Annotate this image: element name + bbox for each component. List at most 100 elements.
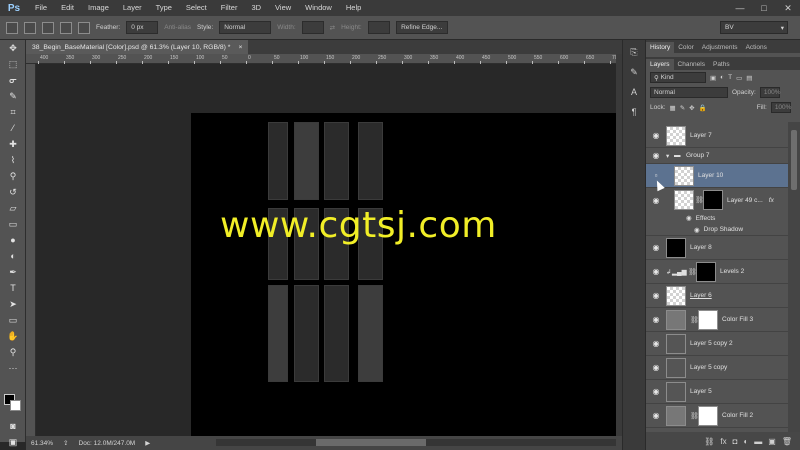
workspace-select[interactable]: BV ▾ bbox=[720, 21, 788, 34]
maximize-button[interactable]: □ bbox=[752, 0, 776, 16]
layer-row[interactable]: ◉ Layer 6 bbox=[646, 284, 788, 308]
layer-row[interactable]: ◉ Layer 8 bbox=[646, 236, 788, 260]
crop-tool-icon[interactable]: ⌗ bbox=[0, 104, 26, 120]
blend-mode-select[interactable]: Normal bbox=[650, 87, 728, 98]
path-select-tool-icon[interactable]: ➤ bbox=[0, 296, 26, 312]
effects-row[interactable]: ◉ Effects bbox=[646, 212, 788, 224]
tab-layers[interactable]: Layers bbox=[646, 59, 674, 70]
tab-close-icon[interactable]: × bbox=[238, 44, 242, 51]
hand-tool-icon[interactable]: ✋ bbox=[0, 328, 26, 344]
menu-image[interactable]: Image bbox=[81, 0, 116, 16]
adjustment-layer-icon[interactable]: ◐ bbox=[743, 437, 748, 446]
layer-row[interactable]: ◉ Layer 5 copy 2 bbox=[646, 332, 788, 356]
effect-eye-icon[interactable]: ◉ bbox=[694, 226, 700, 234]
zoom-tool-icon[interactable]: ⚲ bbox=[0, 344, 26, 360]
layer-row[interactable]: ◉ Layer 5 bbox=[646, 380, 788, 404]
menu-layer[interactable]: Layer bbox=[116, 0, 149, 16]
document-canvas[interactable] bbox=[191, 113, 616, 436]
blur-tool-icon[interactable]: ● bbox=[0, 232, 26, 248]
filter-pixel-icon[interactable]: ▣ bbox=[710, 74, 716, 82]
brush-panel-icon[interactable]: ✎ bbox=[623, 64, 645, 80]
visibility-eye-icon[interactable]: ◉ bbox=[646, 339, 666, 348]
eyedropper-tool-icon[interactable]: ⁄ bbox=[0, 120, 26, 136]
filter-smart-icon[interactable]: ▤ bbox=[746, 74, 752, 82]
history-brush-tool-icon[interactable]: ↺ bbox=[0, 184, 26, 200]
paragraph-panel-icon[interactable]: ¶ bbox=[623, 104, 645, 120]
visibility-off-icon[interactable]: ▫ bbox=[646, 171, 666, 180]
layer-row[interactable]: ◉ Layer 7 bbox=[646, 124, 788, 148]
effect-eye-icon[interactable]: ◉ bbox=[686, 214, 692, 222]
menu-edit[interactable]: Edit bbox=[54, 0, 81, 16]
menu-window[interactable]: Window bbox=[298, 0, 339, 16]
lasso-tool-icon[interactable]: ᓂ bbox=[0, 72, 26, 88]
visibility-eye-icon[interactable]: ◉ bbox=[646, 267, 666, 276]
quick-select-tool-icon[interactable]: ✎ bbox=[0, 88, 26, 104]
move-tool-icon[interactable]: ✥ bbox=[0, 40, 26, 56]
opacity-input[interactable]: 100% bbox=[759, 87, 780, 98]
quick-mask-icon[interactable]: ◙ bbox=[0, 418, 26, 434]
visibility-eye-icon[interactable]: ◉ bbox=[646, 411, 666, 420]
menu-filter[interactable]: Filter bbox=[214, 0, 245, 16]
new-group-icon[interactable]: ▬ bbox=[754, 437, 762, 446]
add-mask-icon[interactable]: ◘ bbox=[733, 437, 738, 446]
menu-view[interactable]: View bbox=[268, 0, 298, 16]
height-input[interactable] bbox=[367, 21, 390, 34]
fx-icon[interactable]: fx bbox=[769, 197, 774, 204]
more-tools-icon[interactable]: ··· bbox=[0, 360, 26, 376]
dodge-tool-icon[interactable]: ◐ bbox=[0, 248, 26, 264]
healing-tool-icon[interactable]: ✚ bbox=[0, 136, 26, 152]
feather-input[interactable]: 0 px bbox=[126, 21, 159, 34]
layer-row[interactable]: ◉ ⛓ Layer 49 c... fx bbox=[646, 188, 788, 212]
fill-input[interactable]: 100% bbox=[770, 102, 791, 113]
menu-file[interactable]: File bbox=[28, 0, 54, 16]
minimize-button[interactable]: — bbox=[728, 0, 752, 16]
style-select[interactable]: Normal bbox=[219, 21, 272, 34]
brush-tool-icon[interactable]: ⌇ bbox=[0, 152, 26, 168]
filter-kind-select[interactable]: ⚲ Kind bbox=[650, 72, 706, 83]
lock-position-icon[interactable]: ✥ bbox=[689, 104, 694, 112]
visibility-eye-icon[interactable]: ◉ bbox=[646, 291, 666, 300]
zoom-level[interactable]: 61.34% bbox=[31, 440, 53, 447]
trash-icon[interactable]: 🗑 bbox=[782, 437, 792, 446]
menu-select[interactable]: Select bbox=[179, 0, 214, 16]
link-layers-icon[interactable]: ⛓ bbox=[704, 437, 714, 446]
share-icon[interactable]: ⇪ bbox=[63, 439, 68, 447]
tab-adjustments[interactable]: Adjustments bbox=[698, 42, 742, 53]
menu-type[interactable]: Type bbox=[149, 0, 179, 16]
layer-row[interactable]: ◉ ↲ ▂▄▆ ⛓ Levels 2 bbox=[646, 260, 788, 284]
fx-icon[interactable]: fx bbox=[720, 437, 726, 446]
tab-channels[interactable]: Channels bbox=[674, 59, 709, 70]
marquee-tool-icon[interactable]: ⬚ bbox=[0, 56, 26, 72]
lock-transparency-icon[interactable]: ▦ bbox=[670, 104, 676, 112]
canvas-horizontal-scrollbar[interactable] bbox=[216, 439, 616, 446]
background-color-swatch[interactable] bbox=[10, 400, 21, 411]
gradient-tool-icon[interactable]: ▭ bbox=[0, 216, 26, 232]
layer-row[interactable]: ◉ Layer 5 copy bbox=[646, 356, 788, 380]
layer-row[interactable]: ◉ ⛓ Color Fill 3 bbox=[646, 308, 788, 332]
lock-all-icon[interactable]: 🔒 bbox=[699, 104, 707, 112]
new-layer-icon[interactable]: ▣ bbox=[768, 437, 776, 446]
scrollbar-thumb[interactable] bbox=[316, 439, 426, 446]
lock-pixels-icon[interactable]: ✎ bbox=[680, 104, 685, 112]
antialias-checkbox[interactable]: Anti-alias bbox=[164, 24, 191, 31]
filter-shape-icon[interactable]: ▭ bbox=[736, 74, 742, 82]
eraser-tool-icon[interactable]: ▱ bbox=[0, 200, 26, 216]
tab-actions[interactable]: Actions bbox=[742, 42, 771, 53]
layer-row[interactable]: ◉ ⛓ Color Fill 2 bbox=[646, 404, 788, 428]
tab-history[interactable]: History bbox=[646, 42, 675, 53]
menu-3d[interactable]: 3D bbox=[244, 0, 268, 16]
canvas-area[interactable] bbox=[36, 64, 616, 436]
filter-adjust-icon[interactable]: ◐ bbox=[720, 74, 724, 81]
close-button[interactable]: ✕ bbox=[776, 0, 800, 16]
visibility-eye-icon[interactable]: ◉ bbox=[646, 387, 666, 396]
character-panel-icon[interactable]: A bbox=[623, 84, 645, 100]
screen-mode-icon[interactable]: ▣ bbox=[0, 434, 26, 450]
intersect-selection-icon[interactable] bbox=[78, 21, 90, 34]
swap-icon[interactable]: ⇄ bbox=[330, 24, 335, 32]
refine-edge-button[interactable]: Refine Edge... bbox=[395, 21, 448, 34]
shape-tool-icon[interactable]: ▭ bbox=[0, 312, 26, 328]
tab-paths[interactable]: Paths bbox=[709, 59, 734, 70]
chevron-down-icon[interactable]: ▾ bbox=[666, 152, 674, 160]
add-selection-icon[interactable] bbox=[42, 21, 54, 34]
visibility-eye-icon[interactable]: ◉ bbox=[646, 363, 666, 372]
